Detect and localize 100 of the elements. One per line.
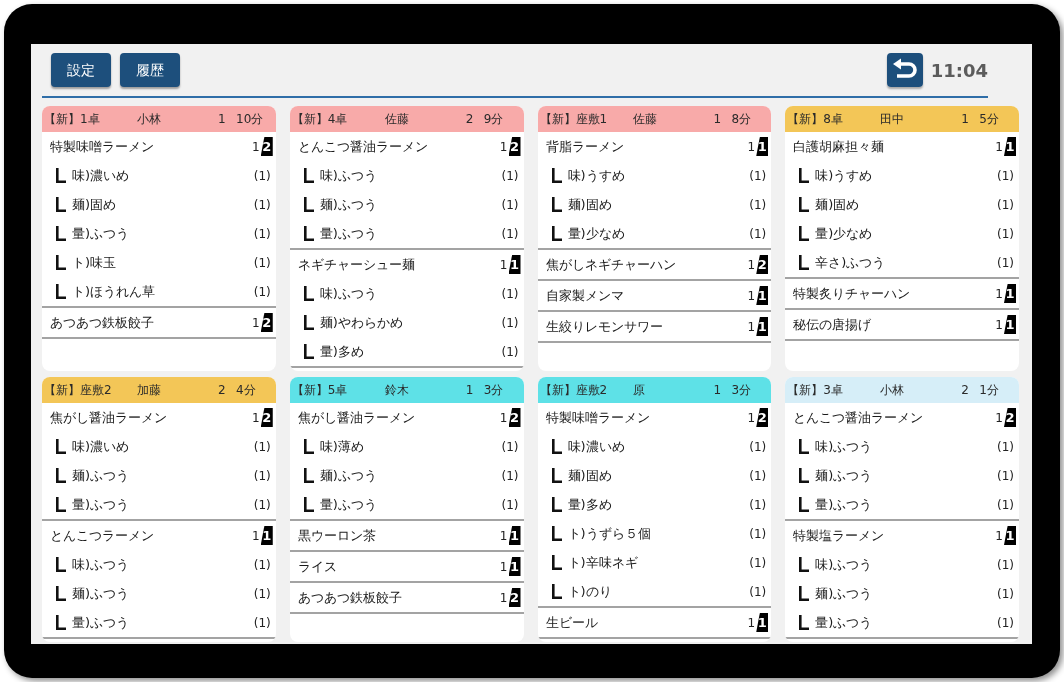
table-label: 【新】3卓: [787, 382, 844, 399]
tree-branch-icon: [303, 168, 314, 183]
option-quantity: (1): [749, 167, 767, 185]
tree-branch-icon: [56, 439, 66, 454]
option-text: 麺)固め: [567, 466, 612, 485]
elapsed-time: 4分: [236, 382, 257, 399]
tree-branch-icon: [799, 255, 810, 270]
quantity-text: 1: [995, 138, 1003, 156]
option-text: 麺)ふつう: [319, 466, 377, 485]
option-quantity: (1): [501, 285, 519, 303]
toolbar-button[interactable]: 履歴: [120, 53, 180, 87]
tree-branch-icon: [799, 497, 810, 512]
quantity-text: 1: [747, 287, 756, 305]
option-text: 味)ふつう: [319, 284, 377, 303]
option-text: 量)ふつう: [72, 613, 130, 632]
menu-item-name: とんこつ醤油ラーメン: [297, 137, 428, 156]
option-quantity: (1): [253, 283, 271, 301]
table-label: 【新】5卓: [291, 382, 349, 399]
staff-name: 田中: [880, 111, 906, 128]
tree-branch-icon: [551, 497, 562, 512]
option-text: 量)多め: [319, 342, 364, 361]
option-quantity: (1): [749, 525, 767, 543]
menu-item-name: 特製味噌ラーメン: [50, 137, 154, 156]
option-text: 量)多め: [567, 495, 612, 514]
option-quantity: (1): [253, 614, 271, 632]
option-text: 味)濃いめ: [567, 437, 625, 456]
guest-count: 1: [961, 111, 970, 128]
quantity-text: 1: [747, 318, 756, 336]
option-text: 麺)やわらかめ: [319, 313, 403, 332]
guest-count: 1: [465, 382, 475, 399]
quantity-text: 1: [252, 409, 260, 427]
table-label: 【新】1卓: [44, 111, 101, 128]
option-quantity: (1): [997, 196, 1014, 214]
option-quantity: (1): [253, 438, 271, 456]
menu-item-name: とんこつ醤油ラーメン: [793, 408, 924, 427]
tree-branch-icon: [56, 468, 66, 483]
table-label: 【新】8卓: [787, 111, 844, 128]
count-badge: 1: [756, 137, 769, 156]
quantity-text: 1: [499, 138, 508, 156]
count-badge: 1: [508, 526, 521, 545]
menu-item-name: 秘伝の唐揚げ: [793, 315, 872, 334]
tree-branch-icon: [551, 468, 562, 483]
option-text: 量)ふつう: [319, 224, 377, 243]
staff-name: 佐藤: [632, 111, 658, 128]
toolbar-button[interactable]: 設定: [51, 53, 111, 87]
option-quantity: (1): [997, 556, 1014, 574]
staff-name: 原: [632, 382, 646, 399]
menu-item-name: 黒ウーロン茶: [297, 526, 376, 545]
menu-item-name: ライス: [297, 557, 337, 576]
tree-branch-icon: [799, 468, 810, 483]
count-badge: 1: [756, 317, 769, 336]
staff-name: 小林: [137, 111, 162, 128]
menu-item-name: 焦がし醤油ラーメン: [50, 408, 167, 427]
tree-branch-icon: [56, 557, 66, 572]
staff-name: 鈴木: [384, 382, 410, 399]
quantity-text: 1: [747, 614, 756, 632]
quantity-text: 1: [499, 589, 508, 607]
menu-item-name: 生絞りレモンサワー: [545, 317, 663, 336]
option-quantity: (1): [501, 314, 519, 332]
option-quantity: (1): [997, 438, 1014, 456]
tree-branch-icon: [56, 284, 66, 299]
option-quantity: (1): [997, 225, 1014, 243]
option-quantity: (1): [997, 496, 1014, 514]
option-quantity: (1): [749, 554, 767, 572]
tree-branch-icon: [799, 168, 810, 183]
tree-branch-icon: [56, 197, 66, 212]
menu-item-name: あつあつ鉄板餃子: [297, 588, 402, 607]
tree-branch-icon: [303, 344, 314, 359]
option-quantity: (1): [997, 585, 1014, 603]
count-badge: 2: [1004, 408, 1016, 427]
count-badge: 1: [508, 255, 521, 274]
menu-item-name: 特製味噌ラーメン: [545, 408, 650, 427]
quantity-text: 1: [499, 256, 508, 274]
option-text: 量)少なめ: [815, 224, 873, 243]
tree-branch-icon: [799, 226, 810, 241]
option-quantity: (1): [749, 467, 767, 485]
option-quantity: (1): [997, 167, 1014, 185]
return-button-icon[interactable]: [886, 53, 923, 87]
quantity-text: 1: [995, 409, 1003, 427]
option-text: 味)ふつう: [815, 555, 873, 574]
clock-time: 11:04: [930, 58, 988, 83]
option-text: 麺)ふつう: [815, 584, 873, 603]
option-text: 量)ふつう: [815, 613, 873, 632]
option-text: 味)ふつう: [72, 555, 130, 574]
menu-item-name: あつあつ鉄板餃子: [50, 313, 154, 332]
option-quantity: (1): [501, 343, 519, 361]
quantity-text: 1: [747, 138, 756, 156]
quantity-text: 1: [252, 138, 260, 156]
tree-branch-icon: [551, 226, 562, 241]
tree-branch-icon: [551, 555, 562, 570]
option-quantity: (1): [253, 167, 271, 185]
quantity-text: 1: [995, 285, 1003, 303]
count-badge: 1: [1004, 137, 1016, 156]
quantity-text: 1: [499, 558, 508, 576]
option-text: 味)濃いめ: [72, 166, 130, 185]
menu-item-name: 特製塩ラーメン: [793, 526, 885, 545]
tree-branch-icon: [551, 168, 562, 183]
count-badge: 2: [260, 408, 273, 427]
menu-item-name: 自家製メンマ: [545, 286, 624, 305]
tree-branch-icon: [303, 315, 314, 330]
